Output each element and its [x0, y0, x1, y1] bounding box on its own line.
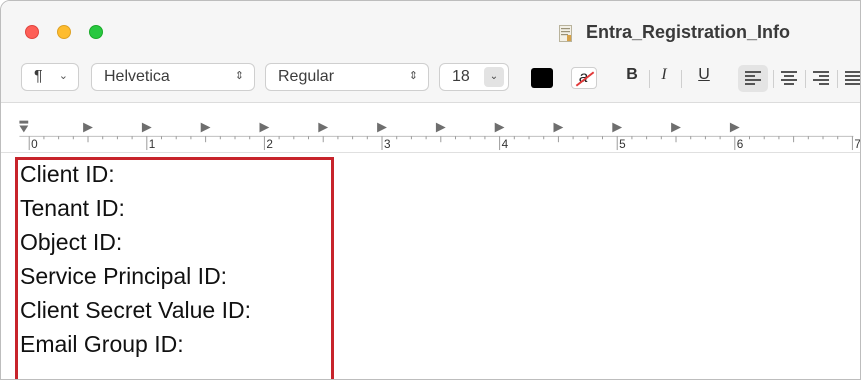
- tab-stop-icon: [671, 122, 681, 133]
- tab-stop-icon: [377, 122, 387, 133]
- document-line: Email Group ID:: [20, 331, 184, 357]
- document-line: Client Secret Value ID:: [20, 297, 251, 323]
- tab-stop-icon: [435, 122, 446, 133]
- font-family-value: Helvetica: [104, 68, 170, 85]
- font-style-popup[interactable]: Regular ⇕: [265, 63, 429, 91]
- font-family-popup[interactable]: Helvetica ⇕: [91, 63, 255, 91]
- bold-button[interactable]: B: [621, 66, 643, 84]
- document-line: Tenant ID:: [20, 195, 125, 221]
- ruler-number: 1: [149, 138, 156, 151]
- align-left-icon: [745, 71, 761, 85]
- toolbar-divider: [681, 70, 682, 88]
- font-size-dropdown-button[interactable]: ⌄: [484, 67, 504, 87]
- ruler-number: 0: [31, 138, 38, 151]
- up-down-chevron-icon: ⇕: [234, 70, 244, 82]
- title-bar: Entra_Registration_Info: [1, 1, 860, 57]
- tab-stop-icon: [141, 122, 152, 133]
- toolbar-divider: [773, 70, 774, 88]
- underline-button[interactable]: U: [693, 66, 715, 84]
- toolbar-divider: [649, 70, 650, 88]
- ruler-number: 3: [384, 138, 391, 151]
- paragraph-icon: ¶: [34, 68, 43, 85]
- align-center-icon[interactable]: [781, 71, 797, 85]
- chevron-down-icon: ⌄: [58, 70, 68, 82]
- first-line-indent-icon: [19, 120, 29, 124]
- tab-stop-icon: [318, 122, 329, 133]
- zoom-window-button[interactable]: [89, 25, 103, 39]
- ruler-number: 7: [854, 138, 861, 151]
- window-title: Entra_Registration_Info: [586, 22, 791, 42]
- tab-stop-icon: [729, 122, 740, 133]
- ruler[interactable]: 0 1 2 3 4 5 6 7: [1, 103, 861, 153]
- close-window-button[interactable]: [25, 25, 39, 39]
- left-indent-icon: [19, 125, 29, 133]
- up-down-chevron-icon: ⇕: [408, 70, 418, 82]
- paragraph-styles-popup[interactable]: ¶ ⌄: [21, 63, 79, 91]
- background-color-well[interactable]: a: [571, 67, 597, 89]
- tab-stop-icon: [200, 122, 211, 133]
- format-toolbar: ¶ ⌄ Helvetica ⇕ Regular ⇕ 18 ⌄ a B I U: [1, 57, 860, 103]
- minimize-window-button[interactable]: [57, 25, 71, 39]
- ruler-number: 4: [502, 138, 509, 151]
- tab-stop-icon: [612, 122, 623, 133]
- align-justify-icon[interactable]: [845, 71, 860, 85]
- tab-stop-icon: [553, 122, 564, 133]
- tab-stop-icon: [259, 122, 270, 133]
- document-line: Service Principal ID:: [20, 263, 228, 289]
- document-line: Object ID:: [20, 229, 123, 255]
- text-color-well[interactable]: [531, 68, 553, 88]
- tab-stop-icon: [494, 122, 505, 133]
- font-size-value: 18: [452, 68, 470, 85]
- document-icon: [559, 25, 572, 42]
- font-style-value: Regular: [278, 68, 335, 85]
- ruler-number: 2: [266, 138, 273, 151]
- italic-button[interactable]: I: [653, 66, 675, 84]
- ruler-number: 5: [619, 138, 626, 151]
- align-right-icon[interactable]: [813, 71, 829, 85]
- document-body[interactable]: Client ID: Tenant ID: Object ID: Service…: [1, 153, 860, 379]
- font-size-field[interactable]: 18 ⌄: [439, 63, 509, 91]
- textedit-window: Entra_Registration_Info ¶ ⌄ Helvetica ⇕ …: [0, 0, 861, 380]
- toolbar-divider: [837, 70, 838, 88]
- tab-stop-icon: [83, 122, 93, 133]
- document-line: Client ID:: [20, 161, 115, 187]
- toolbar-divider: [805, 70, 806, 88]
- ruler-number: 6: [737, 138, 744, 151]
